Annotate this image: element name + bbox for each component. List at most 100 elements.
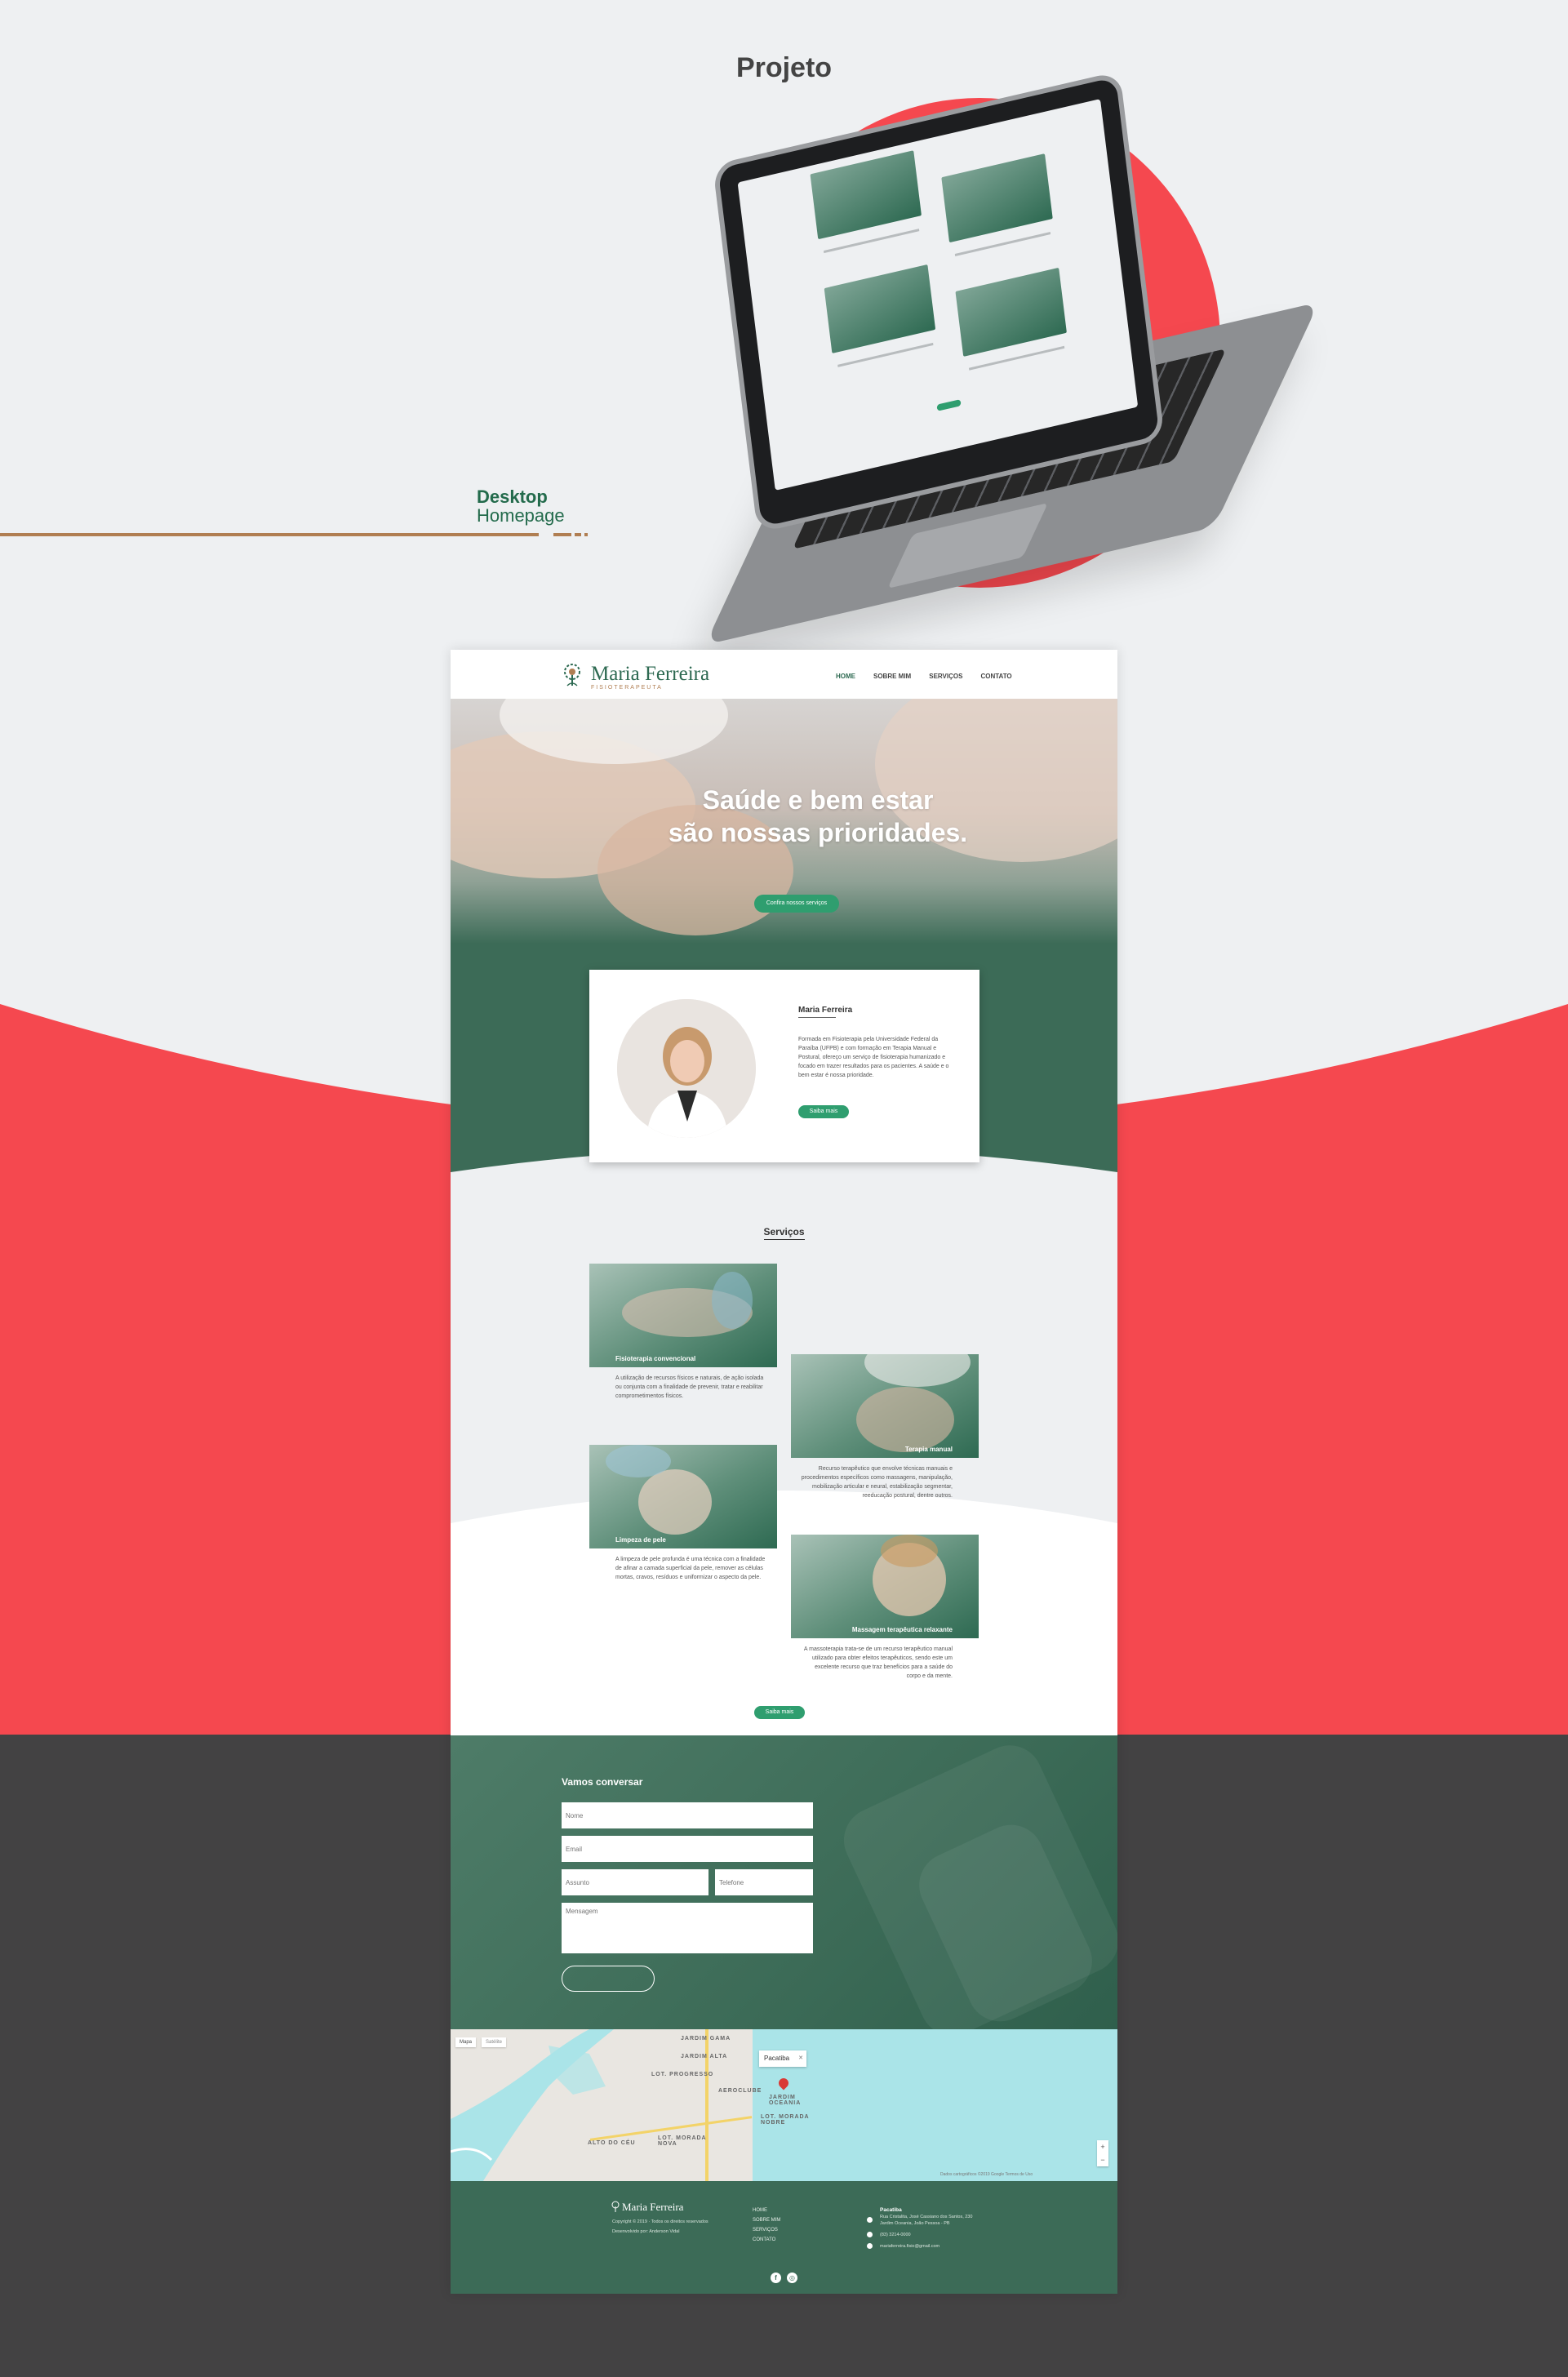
phone-icon bbox=[867, 2232, 873, 2237]
service-photo-detail bbox=[712, 1272, 753, 1329]
map-label: ALTO DO CÉU bbox=[588, 2140, 636, 2146]
service-description: A utilização de recursos físicos e natur… bbox=[615, 1375, 764, 1399]
map-road bbox=[705, 2029, 708, 2181]
services-more-button[interactable]: Saiba mais bbox=[754, 1706, 805, 1719]
map-label: LOT. MORADA NOBRE bbox=[761, 2114, 810, 2126]
nav-links: HOME SOBRE MIM SERVIÇOS CONTATO bbox=[836, 673, 1012, 680]
caption-light: Homepage bbox=[477, 505, 565, 526]
screen-service-card bbox=[810, 150, 922, 240]
service-label: Terapia manual bbox=[904, 1446, 953, 1453]
screen-service-card bbox=[941, 153, 1053, 243]
site-navbar: Maria Ferreira FISIOTERAPEUTA HOME SOBRE… bbox=[451, 650, 1117, 699]
email-input[interactable] bbox=[562, 1836, 813, 1862]
caption: Desktop Homepage bbox=[477, 487, 565, 525]
services-title: Serviços bbox=[763, 1226, 805, 1237]
map-info-label: Pacatiba bbox=[764, 2055, 790, 2062]
about-divider bbox=[798, 1017, 836, 1018]
email-icon bbox=[867, 2243, 873, 2249]
service-card-terapia-manual[interactable]: Terapia manual Recurso terapêutico que e… bbox=[791, 1354, 979, 1500]
footer-nav: HOME SOBRE MIM SERVIÇOS CONTATO bbox=[753, 2206, 780, 2245]
hero-title: Saúde e bem estar são nossas prioridades… bbox=[630, 784, 1006, 849]
map-legal-text: Dados cartográficos ©2019 Google Termos … bbox=[940, 2172, 1033, 2177]
logo-name: Maria Ferreira bbox=[591, 663, 710, 685]
map-label: AEROCLUBE bbox=[718, 2088, 762, 2094]
footer-nav-servicos[interactable]: SERVIÇOS bbox=[753, 2225, 780, 2235]
footer-address-line1: Rua Cristalita, José Cassiano dos Santos… bbox=[880, 2215, 973, 2219]
services-divider bbox=[764, 1239, 805, 1240]
footer-nav-sobre-mim[interactable]: SOBRE MIM bbox=[753, 2215, 780, 2225]
nav-contato[interactable]: CONTATO bbox=[980, 673, 1011, 680]
map-embed[interactable]: Mapa Satélite JARDIM GAMA JARDIM ALTA LO… bbox=[451, 2029, 1117, 2181]
profile-photo bbox=[617, 999, 756, 1138]
map-land-features bbox=[451, 2029, 614, 2181]
about-more-button[interactable]: Saiba mais bbox=[798, 1105, 849, 1118]
map-label: JARDIM GAMA bbox=[681, 2036, 731, 2042]
map-tab-satellite[interactable]: Satélite bbox=[482, 2037, 507, 2047]
nav-servicos[interactable]: SERVIÇOS bbox=[929, 673, 962, 680]
page-title: Projeto bbox=[735, 52, 833, 83]
footer-address-line2: Jardim Oceania, João Pessoa - PB bbox=[880, 2221, 950, 2226]
hero-title-line2: são nossas prioridades. bbox=[668, 818, 968, 847]
footer-contact-title: Pacatiba bbox=[880, 2207, 902, 2213]
service-card-massagem[interactable]: Massagem terapêutica relaxante A massote… bbox=[791, 1535, 979, 1681]
about-card: Maria Ferreira Formada em Fisioterapia p… bbox=[589, 970, 979, 1162]
about-text: Formada em Fisioterapia pela Universidad… bbox=[798, 1037, 949, 1078]
footer-nav-contato[interactable]: CONTATO bbox=[753, 2235, 780, 2245]
contact-title: Vamos conversar bbox=[562, 1776, 643, 1788]
laptop-mockup bbox=[702, 77, 1322, 645]
name-input[interactable] bbox=[562, 1802, 813, 1828]
service-image: Terapia manual bbox=[791, 1354, 979, 1458]
send-button[interactable] bbox=[562, 1966, 655, 1992]
service-label: Fisioterapia convencional bbox=[615, 1355, 696, 1362]
subject-input[interactable] bbox=[562, 1869, 708, 1895]
message-textarea[interactable] bbox=[562, 1903, 813, 1953]
map-tab-map[interactable]: Mapa bbox=[455, 2037, 477, 2047]
footer-phone: (83) 3214-0000 bbox=[880, 2233, 911, 2237]
tree-logo-icon bbox=[564, 664, 580, 686]
map-label: JARDIM OCEANIA bbox=[769, 2095, 802, 2106]
footer-brand: Maria Ferreira bbox=[622, 2201, 684, 2213]
service-photo-detail bbox=[881, 1535, 938, 1567]
screen-button bbox=[936, 399, 962, 411]
logo-subtitle: FISIOTERAPEUTA bbox=[591, 685, 663, 691]
map-label: JARDIM ALTA bbox=[681, 2054, 728, 2059]
facebook-icon[interactable]: f bbox=[771, 2273, 781, 2283]
service-image: Limpeza de pele bbox=[589, 1445, 777, 1548]
service-card-limpeza-de-pele[interactable]: Limpeza de pele A limpeza de pele profun… bbox=[589, 1445, 777, 1582]
service-image: Fisioterapia convencional bbox=[589, 1264, 777, 1367]
screen-service-card bbox=[955, 267, 1067, 357]
service-card-fisioterapia[interactable]: Fisioterapia convencional A utilização d… bbox=[589, 1264, 777, 1401]
map-info-window[interactable]: Pacatiba ✕ bbox=[759, 2050, 806, 2067]
instagram-icon[interactable]: ◎ bbox=[787, 2273, 797, 2283]
map-label: LOT. PROGRESSO bbox=[651, 2072, 714, 2077]
nav-home[interactable]: HOME bbox=[836, 673, 855, 680]
service-label: Limpeza de pele bbox=[615, 1536, 666, 1544]
service-description: A limpeza de pele profunda é uma técnica… bbox=[615, 1557, 766, 1580]
caption-divider-dash bbox=[584, 533, 588, 536]
close-icon[interactable]: ✕ bbox=[798, 2050, 803, 2067]
zoom-out-icon[interactable]: − bbox=[1097, 2153, 1108, 2166]
map-zoom-controls: + − bbox=[1097, 2140, 1108, 2166]
hero-section: Saúde e bem estar são nossas prioridades… bbox=[451, 699, 1117, 944]
footer-nav-home[interactable]: HOME bbox=[753, 2206, 780, 2215]
screen-service-card bbox=[824, 264, 936, 353]
footer-copyright: Copyright © 2019 · Todos os direitos res… bbox=[612, 2219, 708, 2224]
footer-developer: Desenvolvido por: Anderson Vidal bbox=[612, 2229, 680, 2234]
footer-email[interactable]: mariaferreira.fisio@gmail.com bbox=[880, 2243, 939, 2250]
website-homepage-mockup: Maria Ferreira FISIOTERAPEUTA HOME SOBRE… bbox=[451, 650, 1117, 2294]
caption-divider bbox=[0, 533, 539, 536]
phone-input[interactable] bbox=[715, 1869, 813, 1895]
profile-photo-illustration bbox=[617, 999, 756, 1138]
hero-title-line1: Saúde e bem estar bbox=[702, 785, 934, 815]
service-photo-detail bbox=[638, 1469, 712, 1535]
service-description: A massoterapia trata-se de um recurso te… bbox=[803, 1646, 953, 1679]
service-label: Massagem terapêutica relaxante bbox=[851, 1626, 953, 1633]
hero-services-button[interactable]: Confira nossos serviços bbox=[754, 895, 839, 913]
zoom-in-icon[interactable]: + bbox=[1097, 2140, 1108, 2153]
location-icon bbox=[867, 2217, 873, 2223]
nav-sobre-mim[interactable]: SOBRE MIM bbox=[873, 673, 911, 680]
service-photo-detail bbox=[856, 1387, 954, 1452]
site-footer: Maria Ferreira Copyright © 2019 · Todos … bbox=[451, 2181, 1117, 2294]
map-label: LOT. MORADA NOVA bbox=[658, 2135, 707, 2147]
services-wave bbox=[451, 1491, 1117, 1744]
